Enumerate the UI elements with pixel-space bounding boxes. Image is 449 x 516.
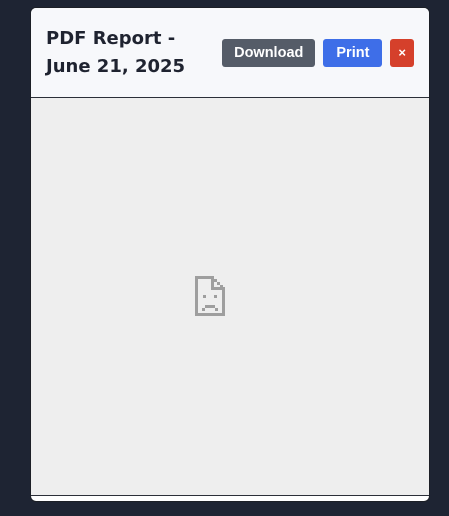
close-button[interactable]: × — [390, 38, 414, 67]
broken-document-icon — [195, 276, 225, 316]
pdf-viewer-frame[interactable] — [31, 98, 429, 496]
modal-header: PDF Report - June 21, 2025 Download Prin… — [31, 8, 429, 98]
pdf-report-modal: PDF Report - June 21, 2025 Download Prin… — [30, 7, 430, 502]
download-button[interactable]: Download — [222, 38, 316, 67]
modal-title: PDF Report - June 21, 2025 — [46, 27, 186, 77]
print-button[interactable]: Print — [323, 38, 383, 67]
